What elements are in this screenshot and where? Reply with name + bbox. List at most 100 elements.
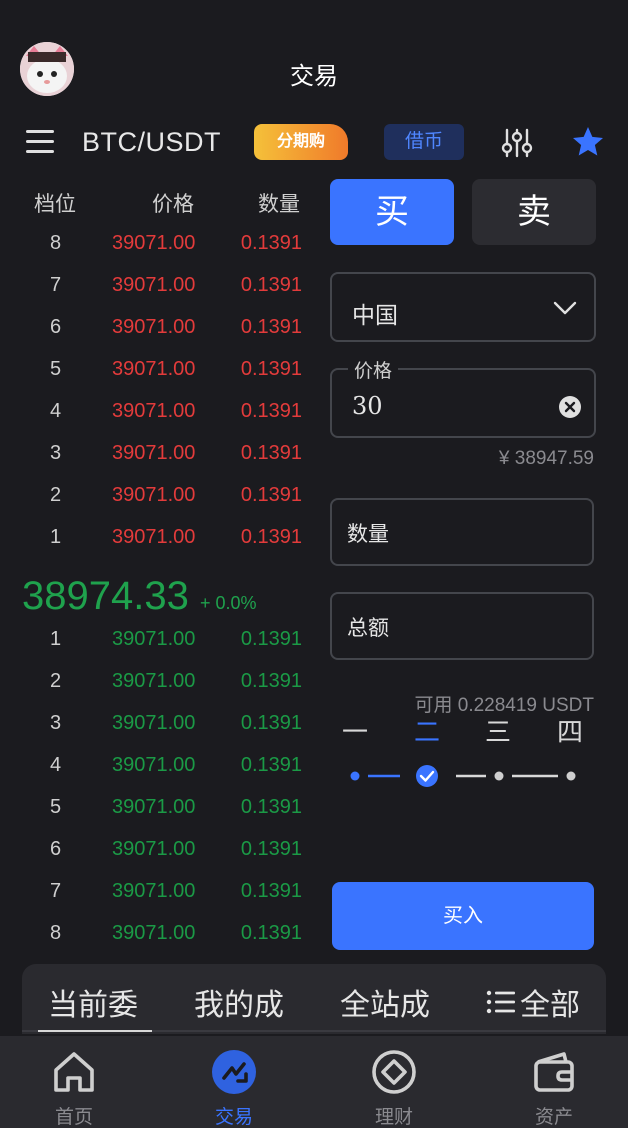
percent-option-3[interactable]: 三: [485, 712, 511, 749]
ask-row[interactable]: 6 39071.00 0.1391: [0, 316, 320, 358]
bid-row[interactable]: 3 39071.00 0.1391: [0, 712, 320, 754]
bid-level: 1: [50, 628, 62, 650]
tab-all-trades[interactable]: 全站成: [340, 980, 430, 1024]
trading-pair[interactable]: BTC/USDT: [82, 127, 221, 158]
ask-qty: 0.1391: [240, 232, 302, 254]
settings-sliders-icon[interactable]: [500, 126, 534, 160]
nav-trade[interactable]: 交易: [184, 1048, 284, 1128]
wallet-icon: [534, 1052, 574, 1092]
menu-icon[interactable]: [26, 130, 54, 154]
bid-qty: 0.1391: [240, 880, 302, 902]
ask-level: 7: [50, 274, 62, 296]
ask-row[interactable]: 7 39071.00 0.1391: [0, 274, 320, 316]
bid-row[interactable]: 1 39071.00 0.1391: [0, 628, 320, 670]
bid-level: 6: [50, 838, 62, 860]
bid-row[interactable]: 2 39071.00 0.1391: [0, 670, 320, 712]
bid-level: 4: [50, 754, 62, 776]
bid-qty: 0.1391: [240, 628, 302, 650]
active-tab-indicator: [38, 1030, 152, 1032]
bid-price: 39071.00: [112, 838, 196, 860]
ask-price: 39071.00: [112, 484, 196, 506]
nav-home-label: 首页: [54, 1106, 93, 1128]
bid-price: 39071.00: [112, 922, 196, 944]
tab-my-trades[interactable]: 我的成: [194, 980, 284, 1024]
chevron-down-icon: [553, 301, 577, 315]
bid-row[interactable]: 5 39071.00 0.1391: [0, 796, 320, 838]
percent-option-2[interactable]: 二: [414, 712, 440, 749]
price-change: + 0.0%: [200, 593, 257, 613]
country-select[interactable]: 中国: [330, 272, 596, 342]
tab-current-orders[interactable]: 当前委: [48, 980, 138, 1024]
nav-home[interactable]: 首页: [24, 1048, 124, 1128]
ask-level: 2: [50, 484, 62, 506]
bid-price: 39071.00: [112, 712, 196, 734]
ask-qty: 0.1391: [240, 400, 302, 422]
ask-row[interactable]: 4 39071.00 0.1391: [0, 400, 320, 442]
buy-tab[interactable]: 买: [330, 179, 454, 245]
ask-price: 39071.00: [112, 442, 196, 464]
price-label: 价格: [348, 356, 399, 383]
ask-price: 39071.00: [112, 232, 196, 254]
bid-price: 39071.00: [112, 670, 196, 692]
favorite-star-icon[interactable]: [570, 124, 606, 160]
ask-price: 39071.00: [112, 358, 196, 380]
cny-equivalent: ¥ 38947.59: [498, 448, 594, 469]
buy-button[interactable]: 买入: [332, 882, 594, 950]
ask-level: 6: [50, 316, 62, 338]
quantity-input[interactable]: 数量: [330, 498, 594, 566]
bid-level: 8: [50, 922, 62, 944]
tab-all[interactable]: 全部: [486, 980, 580, 1024]
bid-row[interactable]: 8 39071.00 0.1391: [0, 922, 320, 964]
nav-finance[interactable]: 理财: [344, 1048, 444, 1128]
percent-option-1[interactable]: 一: [342, 712, 368, 749]
nav-assets-label: 资产: [534, 1106, 573, 1128]
bid-qty: 0.1391: [240, 670, 302, 692]
bid-row[interactable]: 6 39071.00 0.1391: [0, 838, 320, 880]
orderbook-header-level: 档位: [34, 193, 76, 216]
installment-button[interactable]: 分期购: [254, 124, 348, 160]
ask-qty: 0.1391: [240, 484, 302, 506]
ask-price: 39071.00: [112, 400, 196, 422]
clear-icon[interactable]: [558, 395, 582, 419]
bid-qty: 0.1391: [240, 838, 302, 860]
ask-row[interactable]: 5 39071.00 0.1391: [0, 358, 320, 400]
nav-trade-label: 交易: [214, 1106, 253, 1128]
finance-icon: [372, 1050, 416, 1094]
ask-row[interactable]: 8 39071.00 0.1391: [0, 232, 320, 274]
ask-row[interactable]: 2 39071.00 0.1391: [0, 484, 320, 526]
percent-option-4[interactable]: 四: [557, 712, 583, 749]
bid-price: 39071.00: [112, 754, 196, 776]
ask-level: 3: [50, 442, 62, 464]
amount-slider[interactable]: [344, 762, 584, 790]
bid-row[interactable]: 4 39071.00 0.1391: [0, 754, 320, 796]
ask-level: 4: [50, 400, 62, 422]
bid-price: 39071.00: [112, 628, 196, 650]
bid-level: 2: [50, 670, 62, 692]
borrow-button[interactable]: 借币: [384, 124, 464, 160]
ask-row[interactable]: 1 39071.00 0.1391: [0, 526, 320, 568]
bid-qty: 0.1391: [240, 796, 302, 818]
orderbook-header-price: 价格: [152, 193, 194, 216]
ask-level: 8: [50, 232, 62, 254]
nav-assets[interactable]: 资产: [504, 1048, 604, 1128]
tab-all-label: 全部: [520, 988, 580, 1023]
home-icon: [54, 1052, 94, 1092]
bid-level: 7: [50, 880, 62, 902]
bid-row[interactable]: 7 39071.00 0.1391: [0, 880, 320, 922]
total-input[interactable]: 总额: [330, 592, 594, 660]
bid-price: 39071.00: [112, 880, 196, 902]
ask-level: 5: [50, 358, 62, 380]
ask-qty: 0.1391: [240, 526, 302, 548]
ask-qty: 0.1391: [240, 442, 302, 464]
quantity-placeholder: 数量: [347, 523, 389, 546]
total-placeholder: 总额: [347, 617, 389, 640]
sell-tab[interactable]: 卖: [472, 179, 596, 245]
ask-row[interactable]: 3 39071.00 0.1391: [0, 442, 320, 484]
ask-level: 1: [50, 526, 62, 548]
ask-price: 39071.00: [112, 316, 196, 338]
list-icon: [486, 990, 515, 1014]
ask-qty: 0.1391: [240, 358, 302, 380]
ask-price: 39071.00: [112, 526, 196, 548]
ask-price: 39071.00: [112, 274, 196, 296]
bid-qty: 0.1391: [240, 754, 302, 776]
